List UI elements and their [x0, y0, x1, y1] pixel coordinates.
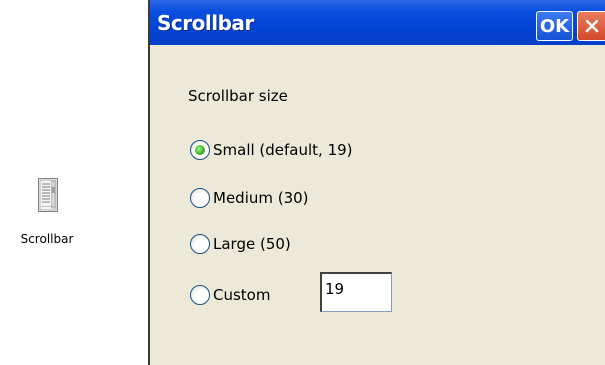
title-bar[interactable]: Scrollbar OK: [150, 0, 605, 45]
option-medium-label: Medium (30): [213, 189, 309, 207]
option-large[interactable]: Large (50): [190, 232, 291, 256]
ok-button[interactable]: OK: [536, 11, 573, 41]
option-small-label: Small (default, 19): [213, 141, 353, 159]
custom-size-input[interactable]: 19: [320, 272, 392, 312]
scrollbar-settings-icon: [38, 178, 58, 212]
close-icon: [585, 19, 599, 33]
radio-large[interactable]: [190, 234, 210, 254]
radio-small[interactable]: [190, 140, 210, 160]
option-large-label: Large (50): [213, 235, 291, 253]
option-custom-label: Custom: [213, 286, 271, 304]
close-button[interactable]: [577, 11, 605, 41]
scrollbar-dialog: Scrollbar OK Scrollbar size Small (defau…: [148, 0, 605, 365]
option-medium[interactable]: Medium (30): [190, 186, 309, 210]
scrollbar-size-label: Scrollbar size: [188, 87, 288, 105]
window-title: Scrollbar: [157, 11, 254, 35]
option-small[interactable]: Small (default, 19): [190, 138, 353, 162]
radio-medium[interactable]: [190, 188, 210, 208]
option-custom[interactable]: Custom: [190, 283, 270, 307]
desktop-icon-label: Scrollbar: [20, 232, 74, 246]
radio-custom[interactable]: [190, 285, 210, 305]
